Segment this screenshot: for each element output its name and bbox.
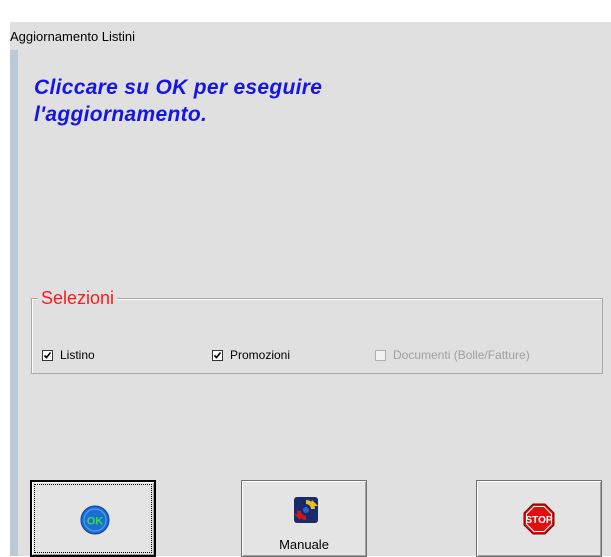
stop-button[interactable]: STOP (476, 480, 602, 557)
checkbox-promozioni[interactable]: Promozioni (212, 348, 290, 362)
selections-group-title: Selezioni (38, 288, 118, 308)
selections-group: Selezioni (31, 288, 603, 374)
checkmark-icon (43, 351, 52, 359)
refresh-icon (294, 497, 318, 523)
stop-icon: STOP (523, 503, 555, 535)
window-title: Aggiornamento Listini (10, 29, 136, 44)
checkbox-promozioni-box[interactable] (212, 349, 223, 361)
instruction-line-2: l'aggiornamento. (34, 103, 208, 126)
manuale-button[interactable]: Manuale (241, 480, 367, 557)
dialog-window: Aggiornamento Listini Cliccare su OK per… (10, 22, 611, 557)
manuale-button-label: Manuale (279, 537, 329, 552)
checkbox-promozioni-label: Promozioni (230, 348, 291, 362)
checkbox-documenti-box (375, 349, 386, 361)
ok-icon: OK (80, 505, 110, 535)
instruction-message: Cliccare su OK per eseguire l'aggiorname… (34, 74, 534, 128)
checkbox-listino[interactable]: Listino (42, 348, 95, 362)
title-bar[interactable]: Aggiornamento Listini (10, 22, 611, 50)
instruction-line-1: Cliccare su OK per eseguire (34, 76, 323, 99)
ok-button[interactable]: OK (30, 480, 156, 557)
checkbox-listino-label: Listino (60, 348, 95, 362)
ok-icon-text: OK (87, 516, 104, 528)
stop-icon-text: STOP (525, 515, 552, 526)
checkbox-documenti: Documenti (Bolle/Fatture) (375, 348, 530, 362)
dialog-client-area: Cliccare su OK per eseguire l'aggiorname… (18, 50, 611, 557)
checkbox-listino-box[interactable] (42, 349, 53, 361)
checkbox-documenti-label: Documenti (Bolle/Fatture) (393, 348, 530, 362)
checkmark-icon (213, 351, 222, 359)
